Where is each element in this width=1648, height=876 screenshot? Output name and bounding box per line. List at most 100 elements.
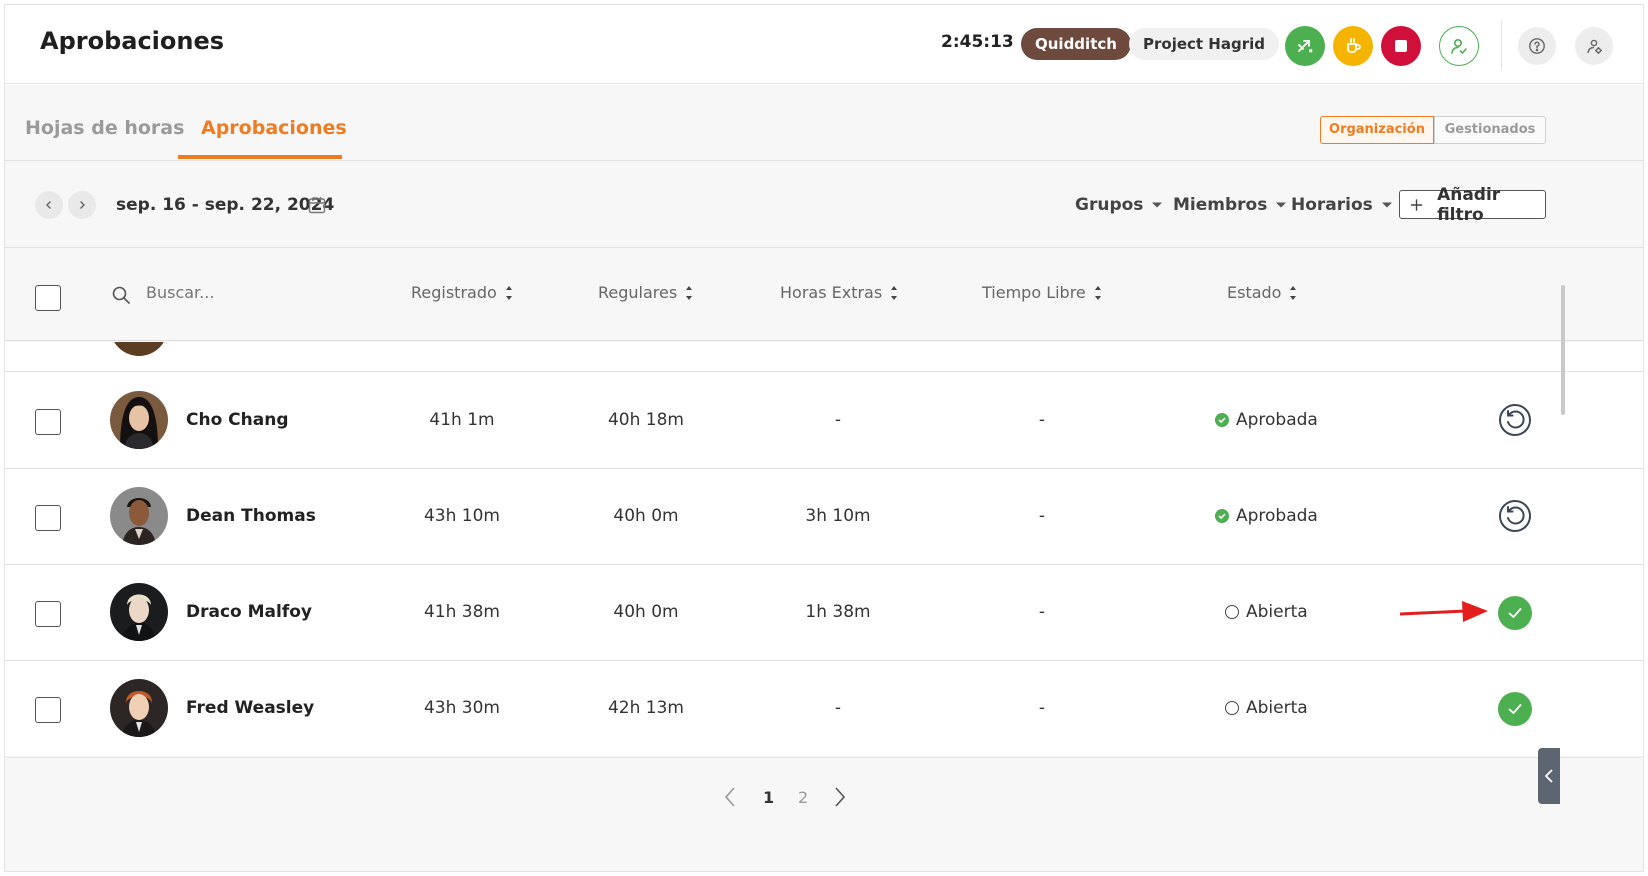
help-button[interactable]	[1518, 27, 1556, 65]
tiempo-libre-cell: -	[1038, 506, 1046, 526]
status-approved-icon	[1215, 509, 1229, 523]
column-estado[interactable]: Estado	[1227, 283, 1297, 302]
sort-icon	[505, 285, 512, 300]
tab-aprobaciones[interactable]: Aprobaciones	[201, 117, 347, 139]
column-registrado[interactable]: Registrado	[411, 283, 513, 302]
next-page-icon[interactable]	[833, 786, 847, 808]
registrado-cell: 41h 1m	[429, 410, 495, 430]
registrado-cell: 41h 38m	[423, 602, 500, 622]
caret-down-icon	[1381, 202, 1392, 208]
member-name[interactable]: Dean Thomas	[186, 506, 316, 526]
active-tab-indicator	[178, 155, 342, 159]
project-pill[interactable]: Quidditch	[1021, 28, 1131, 60]
search-input[interactable]	[146, 283, 346, 302]
scope-gestionados-button[interactable]: Gestionados	[1434, 116, 1546, 144]
row-checkbox[interactable]	[35, 409, 61, 435]
member-name[interactable]: Draco Malfoy	[186, 602, 312, 622]
vertical-scrollbar[interactable]	[1561, 285, 1565, 415]
status-badge: Aprobada	[1215, 410, 1318, 430]
horas-extras-cell: -	[834, 698, 842, 718]
date-range-label[interactable]: sep. 16 - sep. 22, 2024	[116, 195, 334, 215]
page-1-link[interactable]: 1	[763, 788, 774, 807]
regulares-cell: 40h 18m	[607, 410, 684, 430]
horas-extras-cell: 1h 38m	[805, 602, 871, 622]
previous-week-button[interactable]	[35, 191, 63, 219]
add-filter-button[interactable]: Añadir filtro	[1399, 185, 1546, 225]
stop-timer-button[interactable]	[1381, 26, 1421, 66]
column-tiempo-libre[interactable]: Tiempo Libre	[982, 283, 1102, 302]
column-estado-label: Estado	[1227, 283, 1282, 302]
status-label: Abierta	[1246, 698, 1308, 718]
break-cup-icon	[1347, 38, 1361, 53]
revert-icon	[1499, 404, 1531, 436]
revert-approval-button[interactable]	[1498, 499, 1532, 533]
status-badge: Abierta	[1225, 602, 1308, 622]
tiempo-libre-cell: -	[1038, 698, 1046, 718]
help-icon	[1529, 38, 1545, 54]
column-horas-extras[interactable]: Horas Extras	[780, 283, 898, 302]
select-all-checkbox[interactable]	[35, 285, 61, 311]
tab-bar: Hojas de horas Aprobaciones Organización…	[5, 85, 1643, 161]
regulares-cell: 42h 13m	[607, 698, 684, 718]
row-checkbox[interactable]	[35, 505, 61, 531]
project-name-pill[interactable]: Project Hagrid	[1129, 28, 1279, 60]
approve-check-icon	[1508, 608, 1522, 619]
calendar-button[interactable]	[307, 195, 327, 219]
page-title: Aprobaciones	[40, 27, 225, 55]
side-panel-toggle[interactable]	[1538, 748, 1560, 804]
avatar	[110, 487, 168, 545]
switch-task-button[interactable]	[1285, 26, 1325, 66]
revert-icon	[1499, 500, 1531, 532]
status-open-icon	[1225, 701, 1239, 715]
user-approve-button[interactable]	[1439, 26, 1479, 66]
member-name[interactable]: Cho Chang	[186, 410, 289, 430]
chevron-left-icon	[1544, 769, 1553, 783]
approve-button[interactable]	[1498, 596, 1532, 630]
break-button[interactable]	[1333, 26, 1373, 66]
page-2-link[interactable]: 2	[798, 788, 808, 807]
sort-icon	[1290, 285, 1297, 300]
annotation-arrow-icon	[1400, 601, 1488, 622]
avatar	[110, 583, 168, 641]
grupos-dropdown[interactable]: Grupos	[1075, 195, 1163, 215]
avatar	[110, 342, 168, 356]
table-row[interactable]: Dean Thomas 43h 10m 40h 0m 3h 10m - Apro…	[5, 469, 1643, 565]
table-header: Registrado Regulares Horas Extras Tiempo…	[5, 249, 1643, 341]
approve-button[interactable]	[1498, 692, 1532, 726]
status-approved-icon	[1215, 413, 1229, 427]
stop-icon	[1395, 40, 1407, 52]
table-row[interactable]: Fred Weasley 43h 30m 42h 13m - - Abierta	[5, 661, 1643, 756]
status-badge: Abierta	[1225, 698, 1308, 718]
column-regulares-label: Regulares	[598, 283, 678, 302]
column-regulares[interactable]: Regulares	[598, 283, 693, 302]
next-week-button[interactable]	[68, 191, 96, 219]
top-bar: Aprobaciones 2:45:13 Quidditch Project H…	[5, 5, 1643, 84]
sort-icon	[686, 285, 693, 300]
sort-icon	[1094, 285, 1101, 300]
plus-icon	[1410, 198, 1423, 211]
user-approve-icon	[1451, 38, 1467, 55]
calendar-icon	[308, 197, 326, 214]
previous-page-icon[interactable]	[723, 786, 737, 808]
table-row[interactable]: Cho Chang 41h 1m 40h 18m - - Aprobada	[5, 373, 1643, 469]
row-checkbox[interactable]	[35, 601, 61, 627]
column-horas-extras-label: Horas Extras	[780, 283, 883, 302]
settings-button[interactable]	[1575, 27, 1613, 65]
table-row[interactable]: Draco Malfoy 41h 38m 40h 0m 1h 38m - Abi…	[5, 565, 1643, 661]
member-name[interactable]: Fred Weasley	[186, 698, 314, 718]
horarios-dropdown[interactable]: Horarios	[1291, 195, 1393, 215]
header-divider	[1501, 21, 1502, 69]
miembros-dropdown[interactable]: Miembros	[1173, 195, 1287, 215]
row-checkbox[interactable]	[35, 697, 61, 723]
app-window: Aprobaciones 2:45:13 Quidditch Project H…	[4, 4, 1644, 872]
regulares-cell: 40h 0m	[613, 602, 679, 622]
tab-hojas-de-horas[interactable]: Hojas de horas	[25, 117, 184, 139]
scope-organizacion-button[interactable]: Organización	[1320, 116, 1434, 144]
registrado-cell: 43h 30m	[423, 698, 500, 718]
filter-bar: sep. 16 - sep. 22, 2024 Grupos Miembros …	[5, 162, 1643, 248]
status-open-icon	[1225, 605, 1239, 619]
switch-task-icon	[1298, 40, 1313, 53]
avatar	[110, 679, 168, 737]
approve-check-icon	[1508, 704, 1522, 715]
revert-approval-button[interactable]	[1498, 403, 1532, 437]
